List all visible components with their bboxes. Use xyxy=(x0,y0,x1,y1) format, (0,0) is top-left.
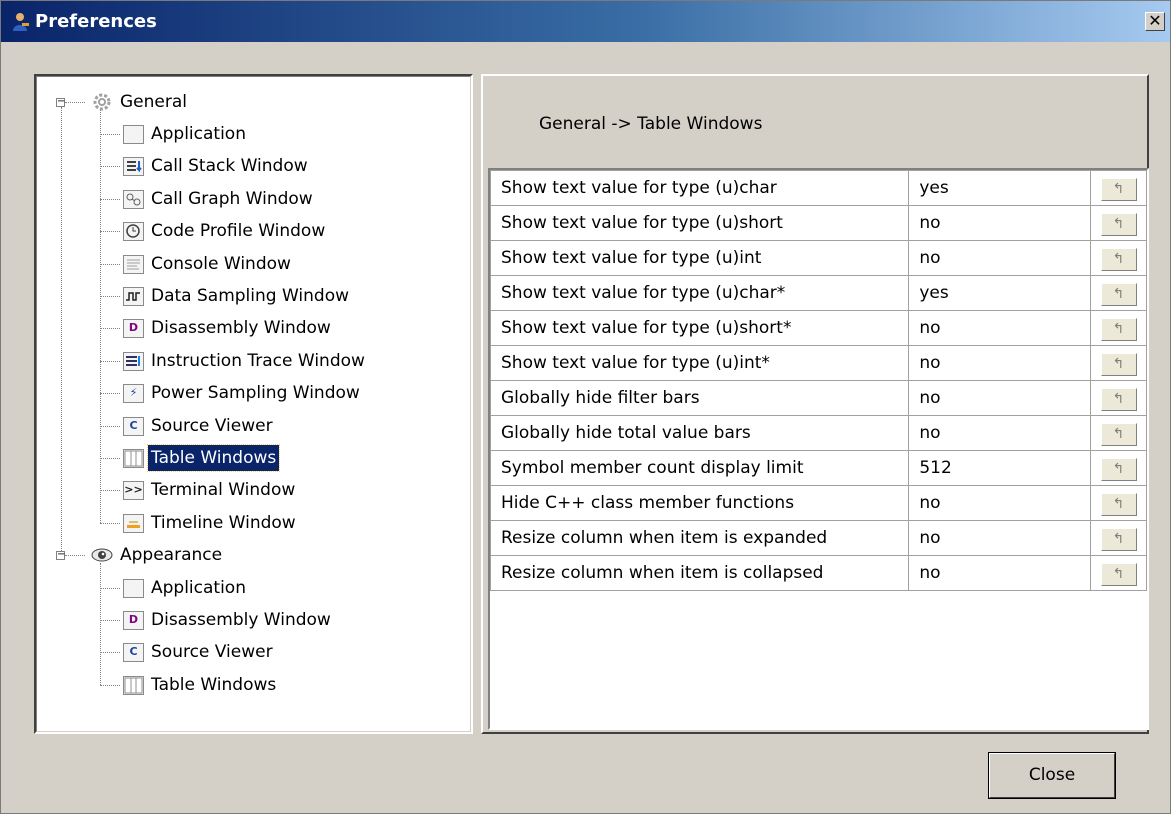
setting-value[interactable]: no xyxy=(908,415,1092,451)
window-icon xyxy=(123,125,144,144)
setting-name: Globally hide total value bars xyxy=(489,415,910,451)
settings-row[interactable]: Hide C++ class member functions no ↰ xyxy=(489,485,1147,521)
timeline-icon xyxy=(123,513,144,533)
call-graph-icon xyxy=(123,189,144,209)
settings-row[interactable]: Resize column when item is collapsed no ↰ xyxy=(489,555,1147,591)
window-icon xyxy=(123,578,144,598)
setting-name: Show text value for type (u)int xyxy=(489,240,910,276)
setting-name: Show text value for type (u)short* xyxy=(489,310,910,346)
settings-row[interactable]: Show text value for type (u)char* yes ↰ xyxy=(489,275,1147,311)
setting-name: Show text value for type (u)char* xyxy=(489,275,910,311)
tree-node-label: Application xyxy=(151,124,246,144)
tree-node-label: Table Windows xyxy=(146,444,281,472)
setting-value[interactable]: no xyxy=(908,310,1092,346)
source-icon: C xyxy=(123,643,144,663)
disassembly-icon: D xyxy=(123,611,144,630)
tree-node-label: Data Sampling Window xyxy=(151,286,349,306)
setting-value[interactable]: 512 xyxy=(908,450,1092,486)
eye-icon xyxy=(91,545,113,565)
setting-value[interactable]: yes xyxy=(908,275,1092,311)
breadcrumb: General -> Table Windows xyxy=(539,114,763,134)
console-icon xyxy=(123,254,144,274)
settings-table: Show text value for type (u)char yes ↰ Show… xyxy=(488,168,1149,730)
tree-node-label: Disassembly Window xyxy=(151,318,331,339)
clock-icon xyxy=(123,222,144,242)
title-bar[interactable]: Preferences ✕ xyxy=(1,1,1170,42)
gear-icon xyxy=(91,92,113,112)
setting-name: Show text value for type (u)int* xyxy=(489,345,910,381)
revert-default-button[interactable]: ↰ xyxy=(1100,457,1137,481)
tree-node-label: Call Graph Window xyxy=(151,188,313,209)
close-button[interactable]: Close xyxy=(988,752,1116,799)
tree-node-label: Disassembly Window xyxy=(151,610,331,630)
revert-default-button[interactable]: ↰ xyxy=(1100,527,1137,551)
settings-row[interactable]: Show text value for type (u)char yes ↰ xyxy=(489,170,1147,206)
setting-name: Show text value for type (u)char xyxy=(489,170,910,206)
preferences-window: Preferences ✕ − General Application Call St… xyxy=(0,0,1171,814)
settings-row[interactable]: Show text value for type (u)int no ↰ xyxy=(489,240,1147,276)
settings-row[interactable]: Symbol member count display limit 512 ↰ xyxy=(489,450,1147,486)
setting-value[interactable]: no xyxy=(908,380,1092,416)
disassembly-icon: D xyxy=(123,319,144,339)
setting-name: Symbol member count display limit xyxy=(489,450,910,486)
setting-value[interactable]: yes xyxy=(908,170,1092,206)
revert-default-button[interactable]: ↰ xyxy=(1100,387,1137,411)
instruction-trace-icon xyxy=(123,351,144,371)
source-icon: C xyxy=(123,416,144,436)
setting-value[interactable]: no xyxy=(908,205,1092,241)
call-stack-icon xyxy=(123,157,144,177)
setting-name: Resize column when item is collapsed xyxy=(489,555,910,591)
settings-row[interactable]: Show text value for type (u)short* no ↰ xyxy=(489,310,1147,346)
general-expander[interactable]: − xyxy=(56,97,65,107)
lightning-icon: ⚡ xyxy=(123,384,144,404)
tree-node-label: Code Profile Window xyxy=(151,221,326,242)
waveform-icon xyxy=(123,287,144,306)
tree-node-label: Call Stack Window xyxy=(151,156,308,177)
setting-value[interactable]: no xyxy=(908,345,1092,381)
tree-node-label: Instruction Trace Window xyxy=(151,350,365,371)
settings-row[interactable]: Resize column when item is expanded no ↰ xyxy=(489,520,1147,556)
revert-default-button[interactable]: ↰ xyxy=(1100,317,1137,341)
tree-node-label: Appearance xyxy=(120,545,223,566)
tree-node-label: Terminal Window xyxy=(151,480,296,501)
settings-row[interactable]: Globally hide filter bars no ↰ xyxy=(489,380,1147,416)
tree-node-label: Source Viewer xyxy=(151,415,273,436)
setting-name: Hide C++ class member functions xyxy=(489,485,910,521)
preferences-app-icon xyxy=(13,13,29,31)
revert-default-button[interactable]: ↰ xyxy=(1100,247,1137,271)
close-window-button[interactable]: ✕ xyxy=(1145,12,1165,31)
tree-node-label: Table Windows xyxy=(151,674,277,695)
revert-default-button[interactable]: ↰ xyxy=(1100,282,1137,306)
setting-name: Resize column when item is expanded xyxy=(489,520,910,556)
settings-row[interactable]: Show text value for type (u)int* no ↰ xyxy=(489,345,1147,381)
revert-default-button[interactable]: ↰ xyxy=(1100,352,1137,376)
setting-value[interactable]: no xyxy=(908,240,1092,276)
terminal-icon: >> xyxy=(123,481,144,501)
table-icon xyxy=(123,449,144,468)
revert-default-button[interactable]: ↰ xyxy=(1100,422,1137,446)
setting-value[interactable]: no xyxy=(908,485,1092,521)
tree-node-label: Power Sampling Window xyxy=(151,383,360,404)
tree-node-label: Source Viewer xyxy=(151,642,273,663)
tree-node-label: Console Window xyxy=(151,253,291,274)
setting-value[interactable]: no xyxy=(908,520,1092,556)
revert-default-button[interactable]: ↰ xyxy=(1100,492,1137,516)
tree-node-label: Timeline Window xyxy=(151,512,296,533)
tree-node-label: General xyxy=(120,92,187,112)
revert-default-button[interactable]: ↰ xyxy=(1100,177,1137,201)
settings-row[interactable]: Show text value for type (u)short no ↰ xyxy=(489,205,1147,241)
window-title: Preferences xyxy=(35,11,157,32)
setting-value[interactable]: no xyxy=(908,555,1092,591)
table-icon xyxy=(123,675,144,695)
revert-default-button[interactable]: ↰ xyxy=(1100,562,1137,586)
revert-default-button[interactable]: ↰ xyxy=(1100,212,1137,236)
tree-node-label: Application xyxy=(151,577,246,598)
appearance-expander[interactable]: − xyxy=(56,550,65,561)
setting-name: Globally hide filter bars xyxy=(489,380,910,416)
setting-name: Show text value for type (u)short xyxy=(489,205,910,241)
settings-row[interactable]: Globally hide total value bars no ↰ xyxy=(489,415,1147,451)
